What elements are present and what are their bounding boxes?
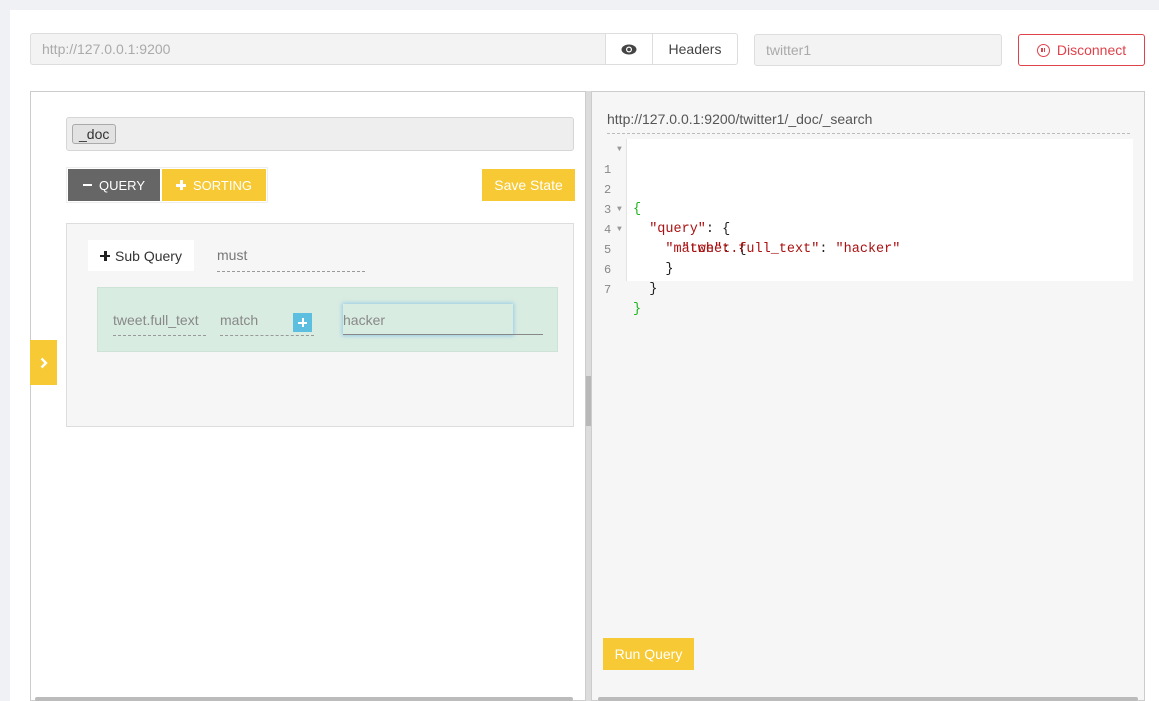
code-line: 2 ▼ "query": { <box>602 160 1133 237</box>
index-input[interactable]: twitter1 <box>754 34 1002 66</box>
query-builder-panel: _doc QUERY SORTING Save State Sub Query … <box>30 91 585 701</box>
json-code-editor[interactable]: 1 ▼ { 2 ▼ "query": { 3 ▼ "match": { 4 "t… <box>602 139 1133 317</box>
bool-operator-select[interactable]: must <box>217 244 365 272</box>
rule-value-input[interactable] <box>343 304 513 335</box>
line-number: 7 <box>604 283 612 297</box>
code-line: 5 } <box>602 220 1133 277</box>
rule-field-select[interactable]: tweet.full_text <box>113 310 206 336</box>
plus-icon <box>176 180 186 190</box>
eye-icon <box>621 44 637 54</box>
sub-query-label: Sub Query <box>115 247 182 264</box>
app-window: http://127.0.0.1:9200 Headers twitter1 D… <box>10 10 1159 701</box>
value-input-underline <box>343 334 543 335</box>
panel-resize-divider[interactable] <box>585 91 592 701</box>
minus-icon <box>83 184 92 186</box>
type-selector[interactable]: _doc <box>66 117 574 151</box>
sorting-toggle-label: SORTING <box>193 177 252 193</box>
add-sub-query-button[interactable]: Sub Query <box>88 240 194 271</box>
search-endpoint-url: http://127.0.0.1:9200/twitter1/_doc/_sea… <box>607 111 873 127</box>
query-area: Sub Query must tweet.full_text match <box>66 223 574 427</box>
plus-icon <box>100 250 111 261</box>
code-text: } <box>633 302 642 317</box>
headers-button[interactable]: Headers <box>653 33 738 65</box>
code-line: 1 ▼ { <box>602 140 1133 217</box>
add-value-button[interactable] <box>293 313 312 332</box>
code-line: 3 ▼ "match": { <box>602 180 1133 257</box>
code-line: 6 } <box>602 240 1133 297</box>
code-line: 4 "tweet.full_text": "hacker" <box>602 200 1133 257</box>
code-line: 7 } <box>602 260 1133 317</box>
builder-mode-toggle: QUERY SORTING <box>66 167 268 203</box>
fold-arrow-icon[interactable]: ▼ <box>617 140 622 160</box>
type-tag[interactable]: _doc <box>72 124 117 144</box>
disconnect-button[interactable]: Disconnect <box>1018 34 1145 66</box>
toggle-url-visibility-button[interactable] <box>605 33 653 65</box>
expand-sidebar-button[interactable] <box>30 340 57 385</box>
resize-handle[interactable] <box>586 376 591 426</box>
plus-icon <box>298 318 307 327</box>
save-state-button[interactable]: Save State <box>482 169 575 201</box>
query-editor-panel: http://127.0.0.1:9200/twitter1/_doc/_sea… <box>592 91 1145 701</box>
disconnect-label: Disconnect <box>1056 42 1127 58</box>
right-horizontal-scrollbar[interactable] <box>598 697 1138 701</box>
left-horizontal-scrollbar[interactable] <box>35 697 573 701</box>
sorting-toggle-button[interactable]: SORTING <box>162 169 266 201</box>
query-rule-row: tweet.full_text match <box>97 287 558 352</box>
pause-circle-icon <box>1036 43 1050 57</box>
query-toggle-label: QUERY <box>99 177 145 193</box>
endpoint-divider <box>607 133 1130 134</box>
chevron-right-icon <box>40 357 48 368</box>
query-toggle-button[interactable]: QUERY <box>68 169 160 201</box>
run-query-button[interactable]: Run Query <box>603 638 694 670</box>
cluster-url-input[interactable]: http://127.0.0.1:9200 <box>30 33 606 65</box>
